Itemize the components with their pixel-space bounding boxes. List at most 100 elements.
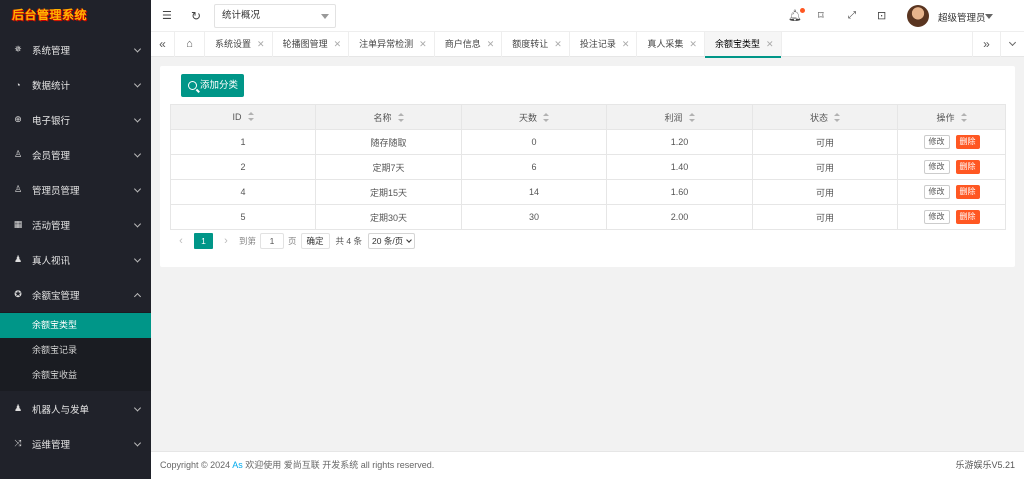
sidebar-subitem-yuebao-records[interactable]: 余额宝记录 [0, 338, 151, 363]
sidebar-item-admins[interactable]: ♙ 管理员管理 [0, 172, 151, 207]
tab-scroll-left-icon[interactable]: « [151, 32, 175, 57]
sidebar-item-members[interactable]: ♙ 会员管理 [0, 137, 151, 172]
sort-icon[interactable] [834, 112, 840, 122]
page-select[interactable]: 统计概况 [214, 4, 336, 28]
sidebar-item-activities[interactable]: ▦ 活动管理 [0, 207, 151, 242]
content-card: 添加分类 ID 名称 天数 利润 状态 操作 1 随存随取 0 1.20 可用 … [160, 66, 1015, 267]
tab-merchant-info[interactable]: 商户信息 ✕ [435, 32, 503, 57]
chevron-down-icon [133, 219, 142, 228]
tab-scroll-right-icon[interactable]: » [972, 32, 1000, 57]
close-icon[interactable]: ✕ [554, 39, 562, 49]
sidebar: 后台管理系统 ✵ 系统管理 ◔ 数据统计 ⊕ 电子银行 ♙ 会员管理 ♙ 管理员… [0, 0, 151, 479]
close-icon[interactable]: ✕ [689, 39, 697, 49]
delete-button[interactable]: 删除 [955, 185, 980, 199]
chevron-up-icon [133, 292, 142, 300]
cell-id: 1 [170, 129, 316, 155]
cell-name: 随存随取 [315, 129, 462, 155]
cell-actions: 修改 删除 [897, 204, 1006, 230]
refresh-icon[interactable]: ↻ [191, 8, 201, 24]
column-header-profit[interactable]: 利润 [606, 104, 753, 130]
sort-icon[interactable] [247, 112, 254, 121]
sidebar-item-label: 管理员管理 [32, 185, 80, 197]
table-header-row: ID 名称 天数 利润 状态 操作 [170, 104, 1006, 130]
sidebar-item-live-video[interactable]: ♟ 真人视讯 [0, 242, 151, 277]
cell-profit: 1.60 [606, 179, 753, 205]
goto-label: 到第 [239, 236, 257, 246]
edit-button[interactable]: 修改 [923, 135, 950, 149]
menu-toggle-icon[interactable]: ☰ [162, 8, 172, 24]
sort-icon[interactable] [543, 112, 549, 122]
chevron-down-icon [133, 254, 142, 263]
column-header-actions[interactable]: 操作 [897, 104, 1006, 130]
column-header-name[interactable]: 名称 [315, 104, 462, 130]
tab-system-settings[interactable]: 系统设置 ✕ [205, 32, 273, 57]
chevron-down-icon [133, 438, 142, 447]
tab-live-collect[interactable]: 真人采集 ✕ [637, 32, 705, 57]
table-row: 4 定期15天 14 1.60 可用 修改 删除 [170, 179, 1006, 205]
sidebar-item-label: 数据统计 [32, 80, 71, 92]
footer: Copyright © 2024 As 欢迎使用 爱尚互联 开发系统 all r… [151, 451, 1024, 479]
caret-down-icon[interactable] [985, 14, 993, 19]
chevron-down-icon [1008, 38, 1017, 47]
avatar[interactable] [907, 5, 929, 27]
sort-icon[interactable] [397, 112, 404, 122]
users-icon: ♙ [13, 149, 23, 159]
tag-icon[interactable]: ⌑ [818, 8, 824, 24]
close-icon[interactable]: ✕ [487, 39, 495, 49]
tab-menu-button[interactable] [1000, 32, 1024, 57]
edit-button[interactable]: 修改 [923, 160, 950, 174]
lock-icon[interactable]: ⊡ [877, 8, 886, 24]
cell-id: 4 [170, 179, 316, 205]
chevron-down-icon [133, 44, 142, 53]
cell-name: 定期15天 [315, 179, 462, 205]
column-header-days[interactable]: 天数 [461, 104, 607, 130]
sort-icon[interactable] [960, 112, 967, 122]
page-size-select[interactable]: 20 条/页 [368, 233, 416, 249]
sort-icon[interactable] [688, 112, 695, 122]
data-table: ID 名称 天数 利润 状态 操作 1 随存随取 0 1.20 可用 修改 删除 … [170, 104, 1006, 230]
fullscreen-icon[interactable]: ⤢ [848, 8, 856, 24]
cell-days: 30 [461, 204, 607, 230]
notification-dot [800, 8, 805, 13]
edit-button[interactable]: 修改 [923, 185, 950, 199]
delete-button[interactable]: 删除 [955, 135, 980, 149]
cell-profit: 1.40 [606, 154, 753, 180]
home-icon[interactable]: ⌂ [175, 32, 205, 57]
tab-bet-records[interactable]: 投注记录 ✕ [570, 32, 638, 57]
sidebar-item-ops[interactable]: ⤨ 运维管理 [0, 426, 151, 461]
user-name[interactable]: 超级管理员 [938, 10, 986, 24]
edit-button[interactable]: 修改 [923, 210, 950, 224]
goto-page-input[interactable]: 1 [260, 233, 285, 249]
sidebar-item-yuebao[interactable]: ✪ 余额宝管理 [0, 277, 151, 312]
sidebar-item-ebank[interactable]: ⊕ 电子银行 [0, 102, 151, 137]
close-icon[interactable]: ✕ [622, 39, 630, 49]
tab-banner-management[interactable]: 轮播图管理 ✕ [273, 32, 350, 57]
add-category-button[interactable]: 添加分类 [181, 74, 245, 97]
sidebar-item-label: 运维管理 [32, 439, 71, 451]
tab-yuebao-type[interactable]: 余额宝类型 ✕ [704, 32, 782, 58]
copyright-link[interactable]: As [232, 460, 243, 470]
close-icon[interactable]: ✕ [419, 39, 427, 49]
goto-confirm-button[interactable]: 确定 [300, 233, 330, 249]
cell-id: 5 [170, 204, 316, 230]
column-header-status[interactable]: 状态 [752, 104, 898, 130]
tab-list: 系统设置 ✕ 轮播图管理 ✕ 注单异常检测 ✕ 商户信息 ✕ 额度转让 ✕ 投注记录 ✕ 真… [205, 32, 782, 58]
tab-bet-anomaly[interactable]: 注单异常检测 ✕ [349, 32, 435, 57]
prev-page-icon[interactable]: ‹ [172, 235, 190, 247]
sidebar-item-statistics[interactable]: ◔ 数据统计 [0, 67, 151, 102]
sidebar-item-system[interactable]: ✵ 系统管理 [0, 32, 151, 67]
close-icon[interactable]: ✕ [257, 39, 265, 49]
sidebar-subitem-yuebao-earnings[interactable]: 余额宝收益 [0, 363, 151, 388]
delete-button[interactable]: 删除 [955, 160, 980, 174]
delete-button[interactable]: 删除 [955, 210, 980, 224]
chevron-down-icon [133, 149, 142, 158]
sidebar-item-robots[interactable]: ♟ 机器人与发单 [0, 391, 151, 426]
tab-credit-transfer[interactable]: 额度转让 ✕ [502, 32, 570, 57]
close-icon[interactable]: ✕ [334, 39, 342, 49]
sidebar-subitem-yuebao-type[interactable]: 余额宝类型 [0, 313, 151, 338]
coin-icon: ⊕ [14, 114, 22, 124]
column-header-id[interactable]: ID [170, 104, 316, 130]
close-icon[interactable]: ✕ [766, 39, 774, 49]
next-page-icon[interactable]: › [217, 235, 235, 247]
page-current[interactable]: 1 [194, 233, 213, 249]
